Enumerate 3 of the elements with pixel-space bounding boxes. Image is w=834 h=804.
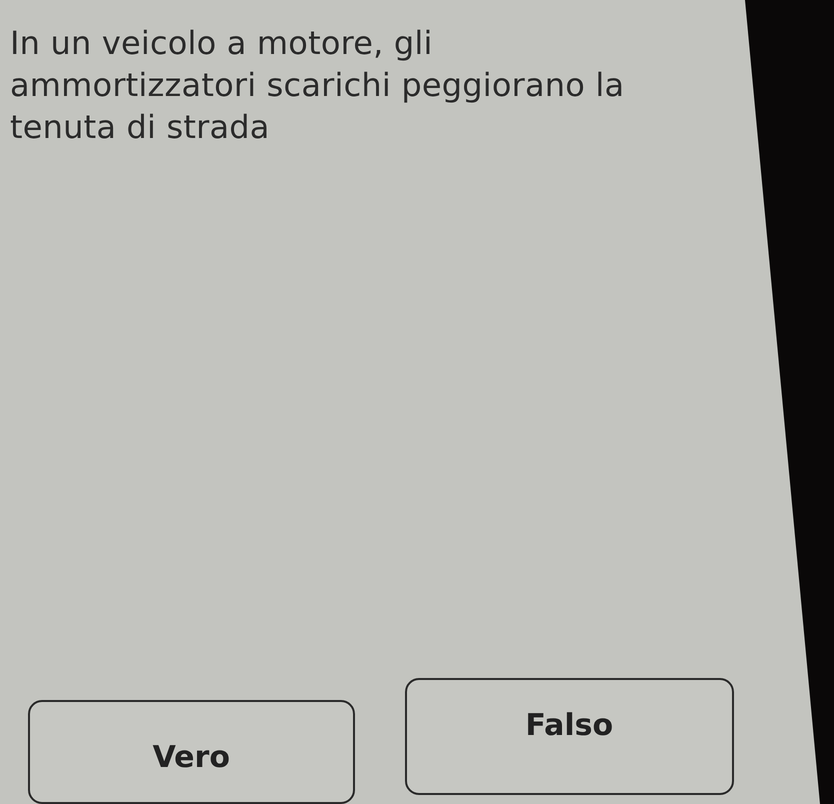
question-text: In un veicolo a motore, gli ammortizzatori scarichi peggiorano la tenuta di strada: [10, 23, 626, 148]
answer-button[interactable]: Vero: [28, 700, 355, 804]
answer-button[interactable]: Falso: [404, 678, 734, 795]
